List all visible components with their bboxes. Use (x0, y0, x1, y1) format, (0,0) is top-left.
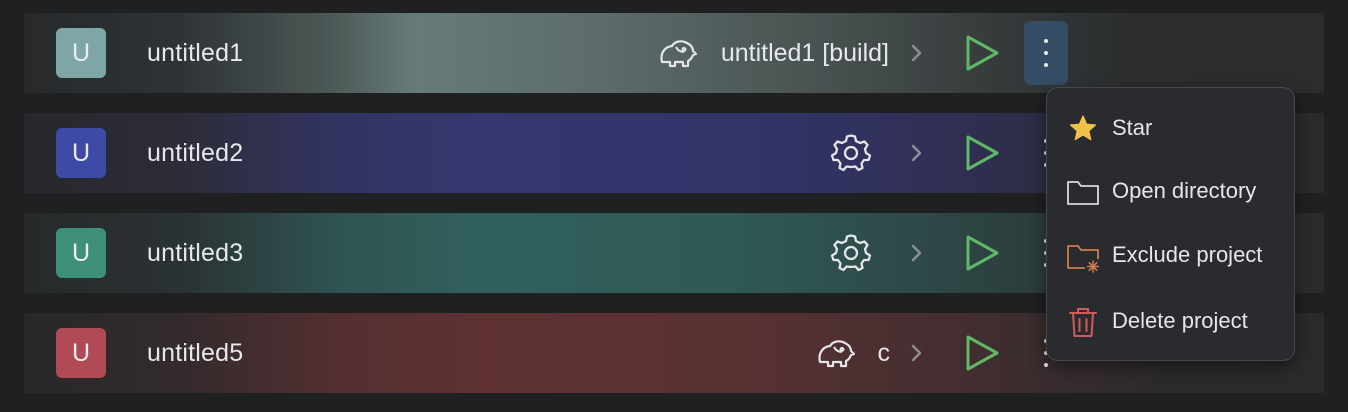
run-configuration-label[interactable]: c (864, 313, 891, 393)
run-button[interactable] (960, 231, 1004, 275)
run-configuration-label[interactable]: untitled1 [build] (714, 13, 889, 93)
menu-item-label: Star (1112, 115, 1153, 140)
menu-item-label: Open directory (1112, 178, 1257, 203)
project-row-untitled1[interactable]: U untitled1 untitled1 [build] (24, 13, 1324, 93)
chevron-right-icon[interactable] (906, 141, 926, 165)
project-avatar: U (56, 228, 106, 278)
folder-exclude-icon (1067, 245, 1100, 273)
project-avatar: U (56, 28, 106, 78)
project-avatar: U (56, 328, 106, 378)
menu-item-open-directory[interactable]: Open directory (1047, 163, 1294, 219)
project-context-menu: Star Open directory Exclude project Dele… (1046, 87, 1295, 361)
more-options-button[interactable] (1024, 21, 1068, 85)
project-avatar: U (56, 128, 106, 178)
gear-icon[interactable] (830, 232, 872, 274)
elephant-icon (660, 40, 698, 68)
menu-item-label: Exclude project (1112, 242, 1263, 267)
run-button[interactable] (960, 331, 1004, 375)
gear-icon[interactable] (830, 132, 872, 174)
chevron-right-icon[interactable] (906, 341, 926, 365)
menu-item-exclude-project[interactable]: Exclude project (1047, 227, 1294, 283)
menu-item-star[interactable]: Star (1047, 100, 1294, 156)
chevron-right-icon[interactable] (906, 41, 926, 65)
project-name: untitled2 (147, 139, 244, 167)
project-name: untitled3 (147, 239, 244, 267)
chevron-right-icon[interactable] (906, 241, 926, 265)
run-button[interactable] (960, 131, 1004, 175)
elephant-icon (818, 340, 856, 368)
folder-icon (1067, 181, 1099, 205)
trash-icon (1069, 308, 1097, 337)
star-icon (1069, 115, 1097, 141)
menu-item-delete-project[interactable]: Delete project (1047, 293, 1294, 349)
project-name: untitled1 (147, 39, 244, 67)
menu-item-label: Delete project (1112, 308, 1248, 333)
project-name: untitled5 (147, 339, 244, 367)
run-button[interactable] (960, 31, 1004, 75)
